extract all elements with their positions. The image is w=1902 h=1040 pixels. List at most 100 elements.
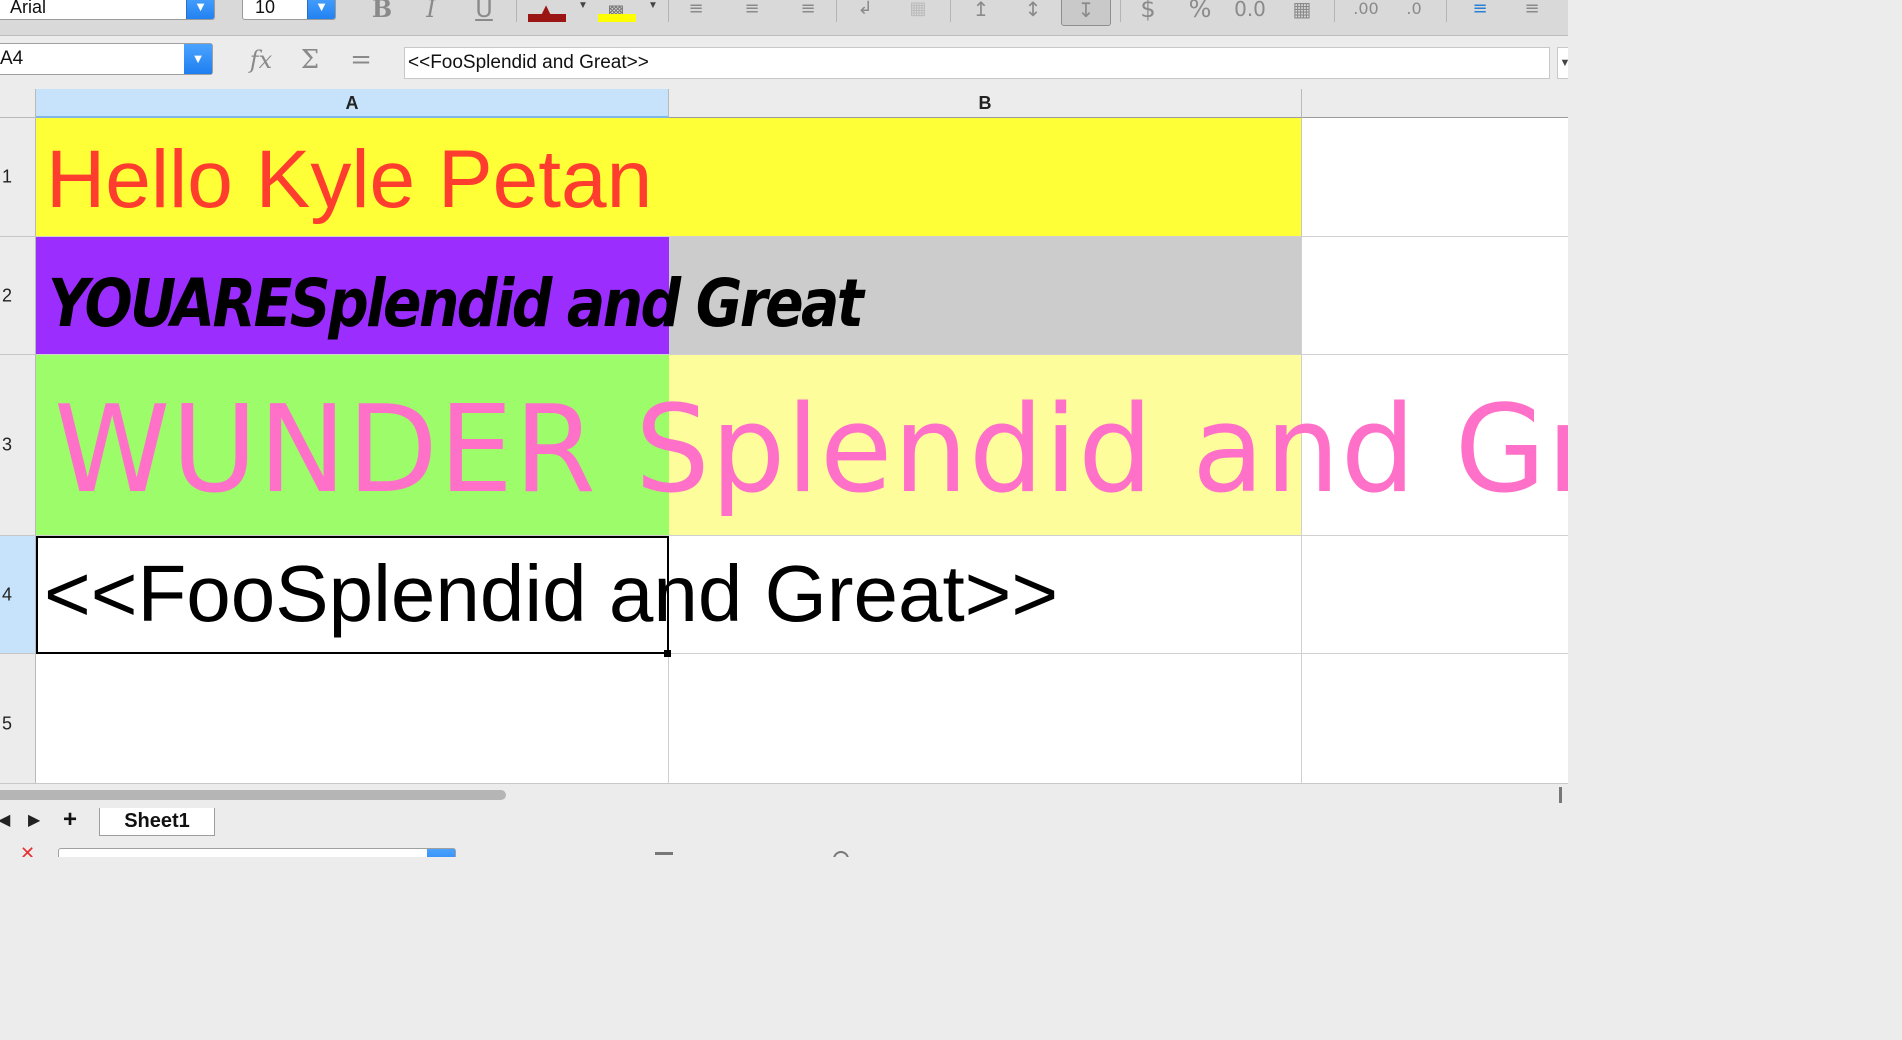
currency-format-button[interactable]: $: [1130, 0, 1166, 26]
row-label: 3: [2, 434, 13, 455]
column-header-c[interactable]: [1302, 89, 1568, 118]
formula-bar: A4 ▼ fx Σ = <<FooSplendid and Great>> ▼: [0, 37, 1568, 89]
row-header-5[interactable]: 5: [0, 654, 36, 783]
underline-button[interactable]: U: [466, 0, 502, 26]
toolbar-separator: [836, 0, 837, 22]
align-bottom-button[interactable]: ↧: [1061, 0, 1111, 26]
select-all-corner[interactable]: [0, 89, 36, 118]
bold-button[interactable]: B: [364, 0, 400, 26]
add-decimal-icon: .00: [1353, 0, 1379, 18]
close-icon[interactable]: ✕: [20, 843, 35, 857]
function-icon: fx: [249, 46, 273, 74]
chevron-down-icon[interactable]: ▼: [307, 0, 335, 19]
italic-button[interactable]: I: [413, 0, 449, 26]
triangle-right-icon[interactable]: ▶: [28, 810, 40, 830]
increase-indent-icon: ≡: [1472, 0, 1488, 19]
font-color-swatch: [528, 14, 566, 22]
fill-handle[interactable]: [664, 650, 671, 657]
merge-cells-icon: ▦: [909, 0, 927, 19]
align-left-button[interactable]: ≡: [678, 0, 714, 26]
calendar-icon: ▦: [1292, 0, 1312, 21]
formula-input[interactable]: <<FooSplendid and Great>>: [404, 47, 1550, 79]
cell-c5[interactable]: [1302, 654, 1568, 783]
tab-sheet1[interactable]: Sheet1: [99, 808, 215, 836]
currency-icon: $: [1140, 0, 1156, 23]
merge-cells-button[interactable]: ▦: [900, 0, 936, 26]
cell-a1-text: Hello Kyle Petan: [46, 134, 653, 225]
chevron-down-icon[interactable]: ▼: [578, 0, 588, 11]
align-center-button[interactable]: ≡: [734, 0, 770, 26]
status-bar: ✕: [0, 837, 1568, 857]
toolbar-separator: [668, 0, 669, 22]
highlight-color-button[interactable]: ▩: [598, 0, 634, 26]
row-header-2[interactable]: 2: [0, 237, 36, 355]
chevron-down-icon[interactable]: [427, 849, 455, 857]
sheet-tab-bar: ◀ ▶ + Sheet1: [0, 805, 1568, 837]
cell-a4-text: <<FooSplendid and Great>>: [44, 549, 1059, 638]
cell-b5[interactable]: [669, 654, 1302, 783]
align-center-icon: ≡: [744, 0, 760, 19]
font-name-combo[interactable]: Arial ▼: [0, 0, 215, 20]
row-header-4[interactable]: 4: [0, 536, 36, 654]
scrollbar-splitter[interactable]: [1559, 787, 1562, 803]
spreadsheet-grid[interactable]: A B 1 2 3 4 5 Hello Kyle Petan YOUARESpl…: [0, 89, 1568, 783]
increase-indent-button[interactable]: ≡: [1462, 0, 1498, 26]
delete-decimal-icon: .0: [1406, 0, 1422, 18]
align-middle-button[interactable]: ↕: [1015, 0, 1051, 26]
toolbar-separator: [1120, 0, 1121, 22]
align-right-icon: ≡: [800, 0, 816, 19]
wrap-text-icon: ↲: [857, 0, 873, 19]
expand-formula-button[interactable]: ▼: [1557, 47, 1568, 79]
column-header-b[interactable]: B: [669, 89, 1302, 118]
triangle-left-icon[interactable]: ◀: [0, 810, 10, 830]
spreadsheet-window: Arial ▼ 10 ▼ B I U ▲ ▼ ▩ ▼ ≡ ≡ ≡ ↲ ▦ ↥ ↕…: [0, 0, 1568, 857]
align-top-button[interactable]: ↥: [963, 0, 999, 26]
underline-icon: U: [475, 0, 493, 23]
scrollbar-thumb[interactable]: [0, 790, 506, 800]
toolbar-separator: [1334, 0, 1335, 22]
toolbar-separator: [1446, 0, 1447, 22]
font-size-combo[interactable]: 10 ▼: [242, 0, 336, 20]
number-format-button[interactable]: 0.0: [1232, 0, 1268, 26]
delete-decimal-button[interactable]: .0: [1396, 0, 1432, 26]
chevron-down-icon[interactable]: ▼: [648, 0, 658, 11]
sheet-tab-label: Sheet1: [124, 810, 190, 832]
plus-icon[interactable]: +: [63, 806, 77, 834]
chevron-down-icon[interactable]: ▼: [186, 0, 214, 19]
row-label: 1: [2, 166, 13, 187]
decrease-indent-button[interactable]: ≡: [1514, 0, 1550, 26]
row-header-1[interactable]: 1: [0, 118, 36, 237]
chevron-down-icon[interactable]: ▼: [184, 44, 212, 74]
add-decimal-button[interactable]: .00: [1348, 0, 1384, 26]
name-box[interactable]: A4 ▼: [0, 43, 213, 75]
cell-a3-text: WUNDER Splendid and Gre: [54, 381, 1568, 520]
minus-icon[interactable]: [655, 852, 673, 855]
status-combo[interactable]: [58, 848, 456, 857]
row-header-3[interactable]: 3: [0, 355, 36, 536]
toolbar-separator: [516, 0, 517, 22]
cell-a5[interactable]: [36, 654, 669, 783]
function-wizard-button[interactable]: fx: [244, 45, 278, 75]
font-name-value: Arial: [10, 0, 47, 17]
column-header-a[interactable]: A: [36, 89, 669, 118]
align-middle-icon: ↕: [1024, 0, 1042, 21]
font-color-button[interactable]: ▲: [528, 0, 564, 26]
equals-icon: =: [350, 45, 372, 75]
percent-format-button[interactable]: %: [1182, 0, 1218, 26]
align-right-button[interactable]: ≡: [790, 0, 826, 26]
cell-reference: A4: [0, 48, 24, 69]
formula-content: <<FooSplendid and Great>>: [408, 52, 649, 73]
date-format-button[interactable]: ▦: [1284, 0, 1320, 26]
cell-c4[interactable]: [1302, 536, 1568, 654]
cell-c1[interactable]: [1302, 118, 1568, 237]
bold-icon: B: [371, 0, 393, 23]
align-top-icon: ↥: [972, 0, 990, 21]
wrap-text-button[interactable]: ↲: [847, 0, 883, 26]
row-label: 5: [2, 713, 13, 733]
horizontal-scrollbar[interactable]: [0, 783, 1568, 805]
cell-c2[interactable]: [1302, 237, 1568, 355]
highlight-color-swatch: [598, 14, 636, 22]
search-icon[interactable]: [833, 851, 849, 857]
formula-button[interactable]: =: [344, 45, 378, 75]
sum-button[interactable]: Σ: [293, 45, 327, 75]
